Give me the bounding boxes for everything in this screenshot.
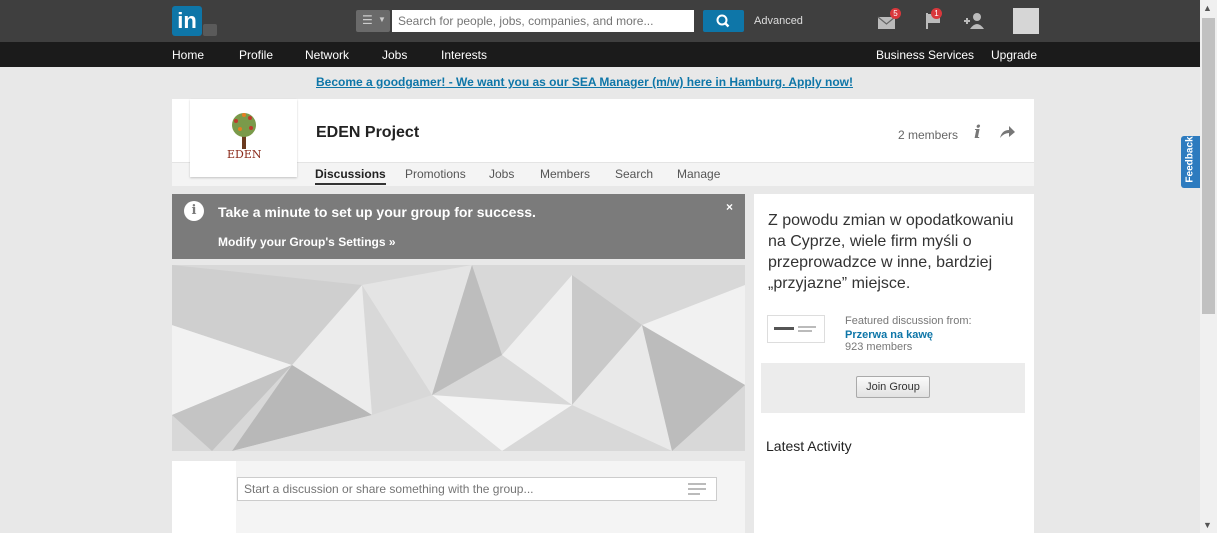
discussion-input[interactable] bbox=[237, 477, 717, 501]
tab-members[interactable]: Members bbox=[540, 167, 590, 181]
featured-group-link[interactable]: Przerwa na kawę bbox=[845, 329, 933, 341]
group-banner-image bbox=[172, 265, 745, 451]
featured-members: 923 members bbox=[845, 341, 913, 353]
join-group-button[interactable]: Join Group bbox=[856, 376, 930, 398]
advanced-search-link[interactable]: Advanced bbox=[754, 15, 803, 27]
close-icon[interactable]: × bbox=[726, 200, 733, 214]
chevron-down-icon[interactable]: ▼ bbox=[1203, 520, 1212, 530]
search-button[interactable] bbox=[703, 10, 744, 32]
notice-title: Take a minute to set up your group for s… bbox=[218, 204, 536, 220]
ad-banner: Become a goodgamer! - We want you as our… bbox=[316, 75, 853, 89]
messages-button[interactable]: 5 bbox=[877, 8, 901, 31]
list-icon: ☰ bbox=[362, 13, 373, 27]
nav-business-services[interactable]: Business Services bbox=[876, 48, 974, 62]
info-icon[interactable]: i bbox=[974, 122, 981, 143]
latest-activity-heading: Latest Activity bbox=[766, 438, 852, 454]
tree-logo-icon bbox=[232, 113, 256, 149]
featured-label: Featured discussion from: bbox=[845, 315, 972, 327]
tab-promotions[interactable]: Promotions bbox=[405, 167, 466, 181]
nav-jobs[interactable]: Jobs bbox=[382, 48, 407, 62]
chevron-down-icon: ▼ bbox=[378, 15, 386, 24]
avatar[interactable] bbox=[1013, 8, 1039, 34]
share-arrow-icon bbox=[1000, 126, 1015, 138]
tab-jobs[interactable]: Jobs bbox=[489, 167, 514, 181]
scrollbar-thumb[interactable] bbox=[1202, 18, 1215, 314]
add-person-icon bbox=[964, 13, 984, 29]
tab-search[interactable]: Search bbox=[615, 167, 653, 181]
search-category-dropdown[interactable]: ☰ ▼ bbox=[356, 10, 390, 32]
group-logo[interactable]: EDEN bbox=[190, 99, 297, 177]
messages-badge: 5 bbox=[890, 8, 901, 19]
info-circle-icon: i bbox=[184, 201, 204, 221]
nav-home[interactable]: Home bbox=[172, 48, 204, 62]
ad-link[interactable]: Become a goodgamer! bbox=[316, 75, 445, 89]
search-input[interactable] bbox=[392, 10, 694, 32]
group-logo-text: EDEN bbox=[227, 148, 262, 161]
group-name: EDEN Project bbox=[316, 124, 420, 141]
ad-text[interactable]: - We want you as our SEA Manager (m/w) h… bbox=[445, 75, 853, 89]
modify-settings-link[interactable]: Modify your Group's Settings » bbox=[218, 235, 396, 249]
search-icon bbox=[716, 14, 730, 28]
logo-mark bbox=[798, 326, 816, 328]
nav-network[interactable]: Network bbox=[305, 48, 349, 62]
logo-mark bbox=[774, 327, 794, 330]
linkedin-logo[interactable]: in bbox=[172, 6, 202, 36]
add-connections-button[interactable] bbox=[962, 9, 986, 31]
featured-group-logo[interactable] bbox=[767, 315, 825, 343]
nav-profile[interactable]: Profile bbox=[239, 48, 273, 62]
notifications-button[interactable]: 1 bbox=[924, 8, 948, 31]
members-count[interactable]: 2 members bbox=[898, 128, 958, 142]
notifications-badge: 1 bbox=[931, 8, 942, 19]
feedback-tab[interactable]: Feedback bbox=[1181, 136, 1201, 188]
group-tabs-bar bbox=[172, 162, 1034, 186]
tab-manage[interactable]: Manage bbox=[677, 167, 720, 181]
format-icon[interactable] bbox=[688, 482, 706, 499]
chevron-up-icon[interactable]: ▲ bbox=[1203, 3, 1212, 13]
composer-avatar-area bbox=[172, 461, 236, 533]
featured-discussion-title[interactable]: Z powodu zmian w opodatkowaniu na Cyprze… bbox=[768, 210, 1030, 294]
nav-interests[interactable]: Interests bbox=[441, 48, 487, 62]
feedback-label: Feedback bbox=[1184, 136, 1196, 183]
tab-discussions[interactable]: Discussions bbox=[315, 167, 386, 185]
share-button[interactable] bbox=[998, 124, 1016, 143]
logo-dropdown[interactable] bbox=[203, 24, 217, 36]
nav-upgrade[interactable]: Upgrade bbox=[991, 48, 1037, 62]
logo-mark bbox=[798, 330, 812, 332]
